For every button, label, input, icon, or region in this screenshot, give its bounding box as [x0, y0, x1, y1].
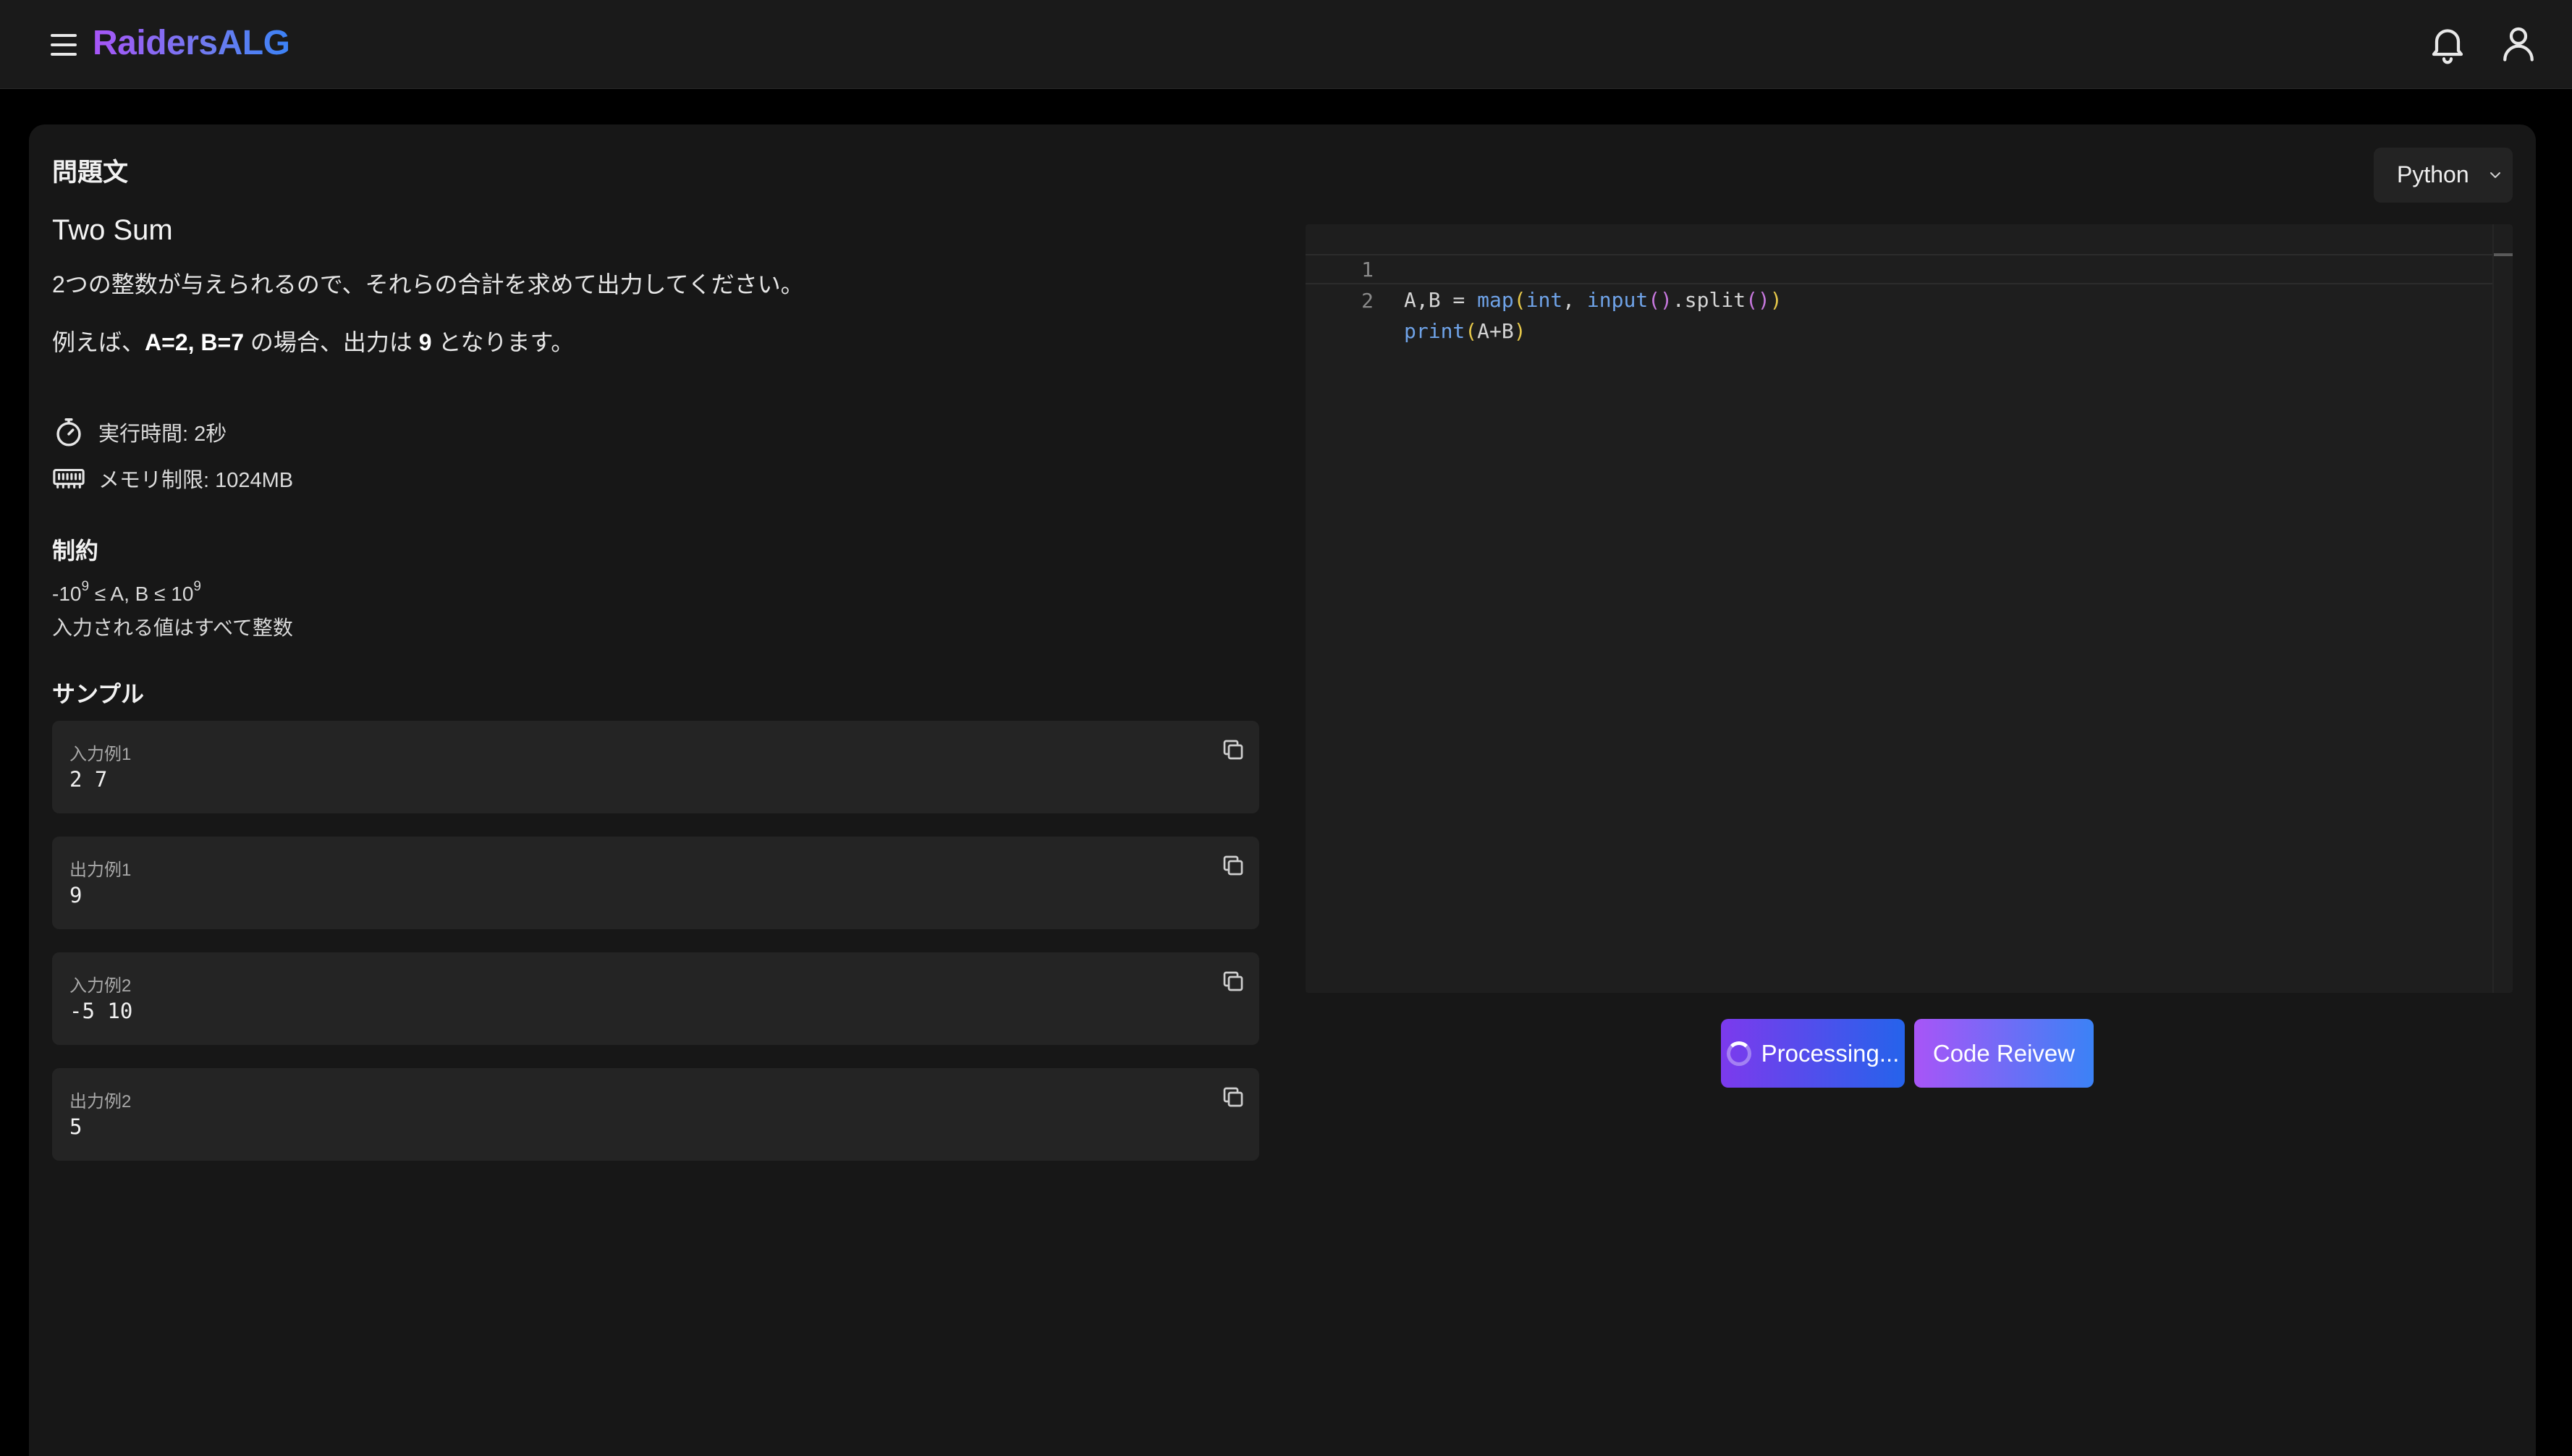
code-review-button[interactable]: Code Reivew — [1914, 1019, 2094, 1088]
language-select-value: Python — [2397, 161, 2469, 187]
constraint-range: -109 ≤ A, B ≤ 109 — [52, 579, 201, 605]
sample-label: 出力例1 — [69, 860, 132, 880]
copy-icon[interactable] — [1220, 852, 1246, 879]
sample-value[interactable]: -5 10 — [69, 999, 132, 1023]
hamburger-menu-icon[interactable] — [46, 27, 81, 62]
scrollbar-cursor-marker — [2494, 253, 2513, 256]
time-limit: 実行時間: 2秒 — [52, 414, 227, 450]
memory-chip-icon — [52, 462, 85, 495]
constraint-integers: 入力される値はすべて整数 — [52, 617, 293, 639]
sample-value[interactable]: 5 — [69, 1114, 82, 1139]
code-text: print(A+B) — [1404, 319, 1526, 343]
code-editor[interactable]: 1 A,B = map(int, input().split()) 2 prin… — [1306, 224, 2513, 993]
copy-icon[interactable] — [1220, 1084, 1246, 1110]
code-line-active[interactable]: 2 print(A+B) — [1306, 254, 2492, 343]
copy-icon[interactable] — [1220, 968, 1246, 994]
problem-statement-heading: 問題文 — [52, 158, 129, 187]
bell-icon[interactable] — [2426, 22, 2469, 65]
sample-label: 出力例2 — [69, 1092, 132, 1112]
code-review-button-label: Code Reivew — [1932, 1039, 2076, 1067]
sample-input-1: 入力例1 2 7 — [52, 721, 1259, 813]
spinner-icon — [1726, 1041, 1751, 1066]
problem-title: Two Sum — [52, 214, 173, 246]
language-select[interactable]: Python — [2374, 148, 2513, 203]
brand-logo[interactable]: RaidersALG — [93, 23, 290, 63]
problem-example: 例えば、A=2, B=7 の場合、出力は 9 となります。 — [52, 329, 575, 355]
code-text: A,B = map(int, input().split()) — [1404, 288, 1782, 312]
processing-button-label: Processing... — [1761, 1039, 1900, 1067]
sample-output-2: 出力例2 5 — [52, 1068, 1259, 1161]
chevron-down-icon — [2490, 172, 2500, 178]
top-bar: RaidersALG — [0, 0, 2572, 89]
user-icon[interactable] — [2497, 22, 2540, 65]
sample-value[interactable]: 9 — [69, 883, 82, 907]
sample-label: 入力例1 — [69, 745, 132, 764]
time-limit-text: 実行時間: 2秒 — [98, 423, 227, 446]
editor-scrollbar[interactable] — [2492, 224, 2513, 993]
sample-output-1: 出力例1 9 — [52, 837, 1259, 929]
samples-heading: サンプル — [52, 681, 145, 707]
sample-label: 入力例2 — [69, 976, 132, 996]
code-line[interactable]: 1 A,B = map(int, input().split()) — [1306, 224, 2492, 312]
sample-input-2: 入力例2 -5 10 — [52, 952, 1259, 1045]
memory-limit-text: メモリ制限: 1024MB — [98, 469, 294, 492]
problem-statement: 2つの整数が与えられるので、それらの合計を求めて出力してください。 — [52, 271, 804, 297]
stopwatch-icon — [52, 415, 85, 449]
sample-value[interactable]: 2 7 — [69, 767, 107, 792]
constraints-heading: 制約 — [52, 538, 99, 564]
copy-icon[interactable] — [1220, 737, 1246, 763]
memory-limit: メモリ制限: 1024MB — [52, 460, 293, 496]
processing-button[interactable]: Processing... — [1721, 1019, 1905, 1088]
line-number: 2 — [1361, 289, 1374, 313]
